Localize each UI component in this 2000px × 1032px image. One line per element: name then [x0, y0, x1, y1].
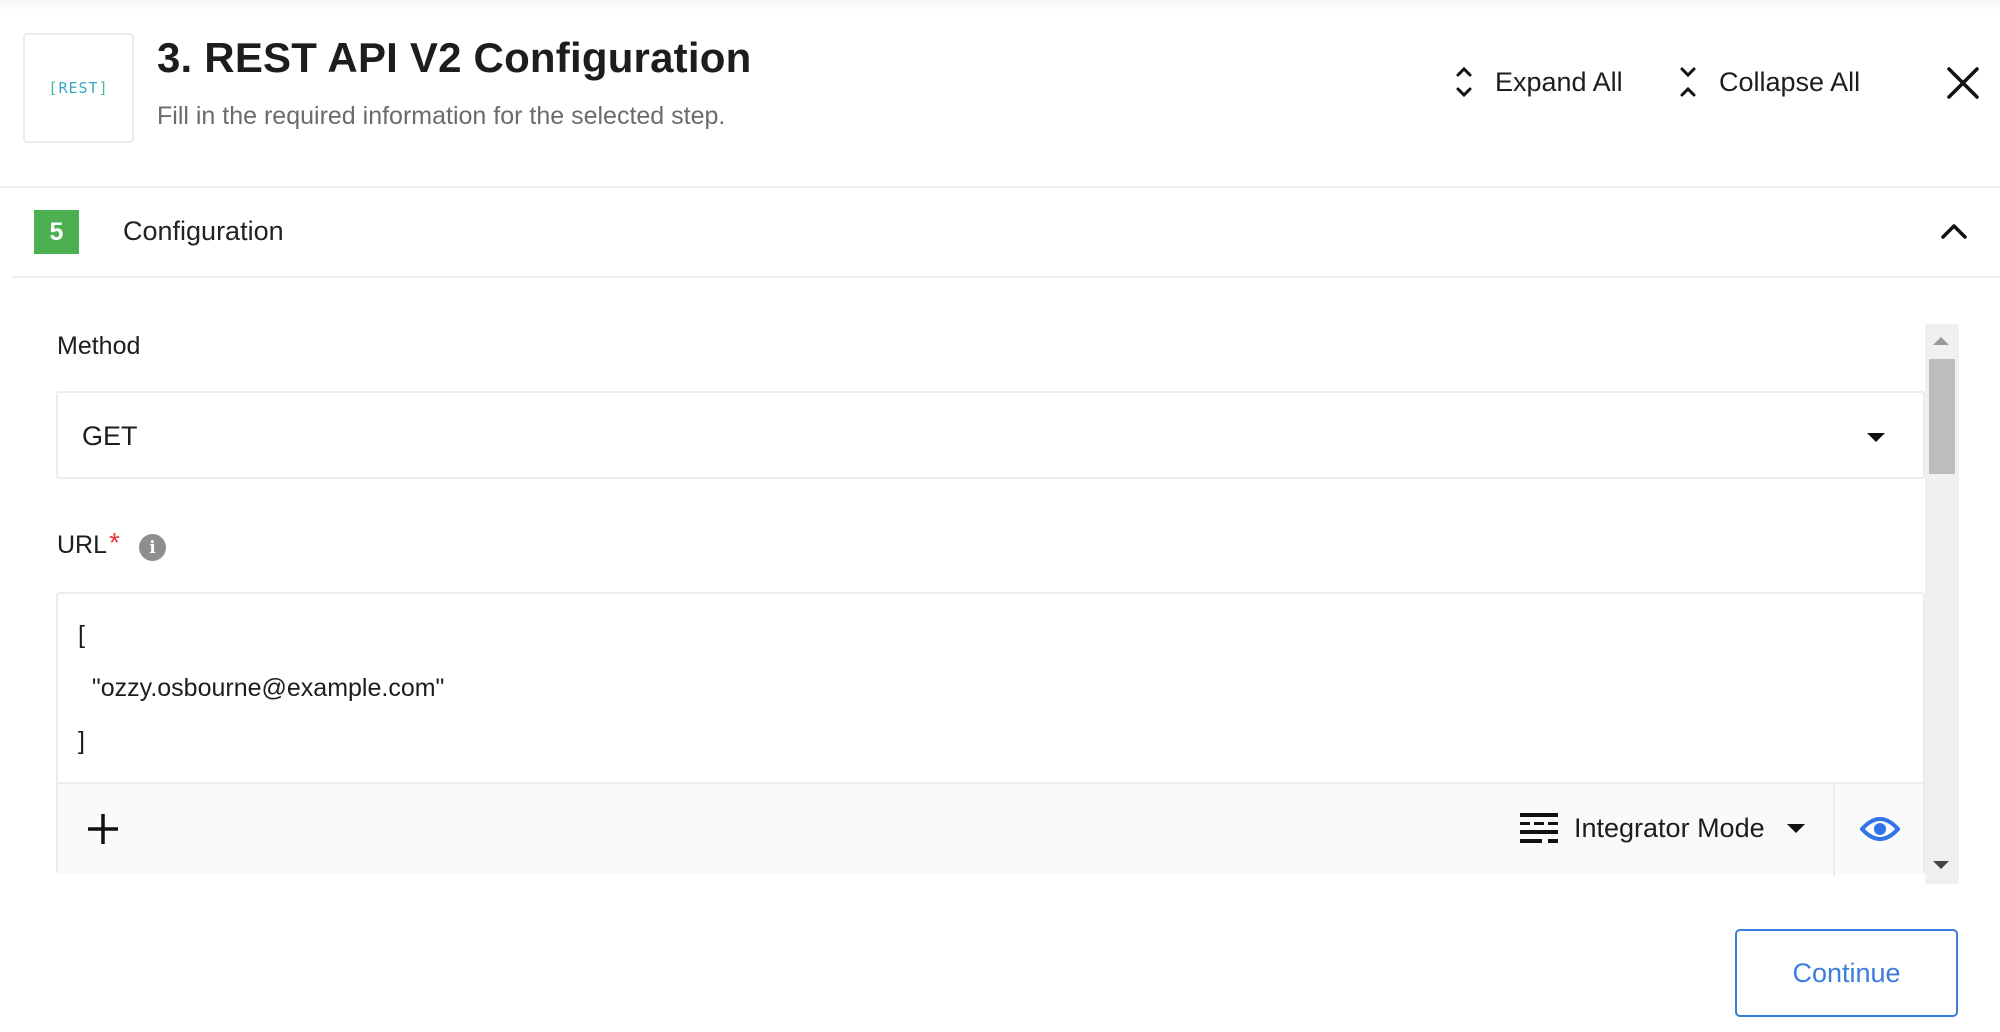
text-lines-icon — [1520, 813, 1558, 843]
method-selected-value: GET — [82, 421, 138, 451]
url-line: "ozzy.osbourne@example.com" — [78, 674, 445, 702]
url-input[interactable]: [ "ozzy.osbourne@example.com" ] — [58, 594, 1923, 782]
rest-logo-label: REST — [58, 79, 99, 97]
close-icon[interactable] — [1944, 64, 1982, 102]
url-line: ] — [78, 727, 85, 755]
page-subtitle: Fill in the required information for the… — [157, 102, 726, 130]
chevron-up-icon[interactable] — [1939, 218, 1969, 244]
toolbar-divider — [1833, 784, 1835, 876]
configuration-section-header[interactable]: 5 Configuration — [12, 188, 2000, 278]
scroll-down-arrow-icon[interactable] — [1933, 861, 1949, 869]
expand-icon — [1456, 66, 1472, 98]
integrator-mode-dropdown[interactable]: Integrator Mode — [1520, 808, 1805, 848]
collapse-all-button[interactable]: Collapse All — [1679, 64, 1860, 100]
collapse-all-label: Collapse All — [1719, 66, 1861, 97]
caret-down-icon — [1786, 823, 1805, 833]
required-marker: * — [109, 527, 120, 558]
vertical-scrollbar[interactable] — [1925, 324, 1959, 884]
expand-all-label: Expand All — [1495, 66, 1623, 97]
page-title: 3. REST API V2 Configuration — [157, 34, 752, 81]
url-label-text: URL — [57, 531, 108, 559]
info-icon[interactable]: i — [139, 534, 166, 561]
integrator-mode-label: Integrator Mode — [1574, 812, 1765, 843]
dialog-header: [REST] 3. REST API V2 Configuration Fill… — [0, 0, 2000, 188]
scrollbar-thumb[interactable] — [1929, 359, 1955, 474]
continue-button[interactable]: Continue — [1735, 929, 1958, 1017]
method-select[interactable]: GET — [56, 391, 1925, 479]
section-title: Configuration — [123, 216, 284, 246]
rest-logo: [REST] — [23, 33, 134, 143]
expand-all-button[interactable]: Expand All — [1455, 64, 1623, 100]
eye-icon[interactable] — [1860, 811, 1900, 847]
scroll-up-arrow-icon[interactable] — [1933, 337, 1949, 345]
method-label: Method — [57, 332, 141, 360]
editor-toolbar: Integrator Mode — [58, 782, 1923, 876]
caret-down-icon — [1867, 433, 1885, 442]
url-editor: [ "ozzy.osbourne@example.com" ] Integrat… — [56, 592, 1925, 876]
url-line: [ — [78, 621, 85, 649]
collapse-icon — [1680, 67, 1696, 97]
rest-logo-text: [REST] — [48, 79, 109, 97]
step-number-badge: 5 — [34, 210, 79, 254]
plus-icon[interactable] — [84, 810, 122, 848]
url-label: URL * — [57, 527, 120, 560]
